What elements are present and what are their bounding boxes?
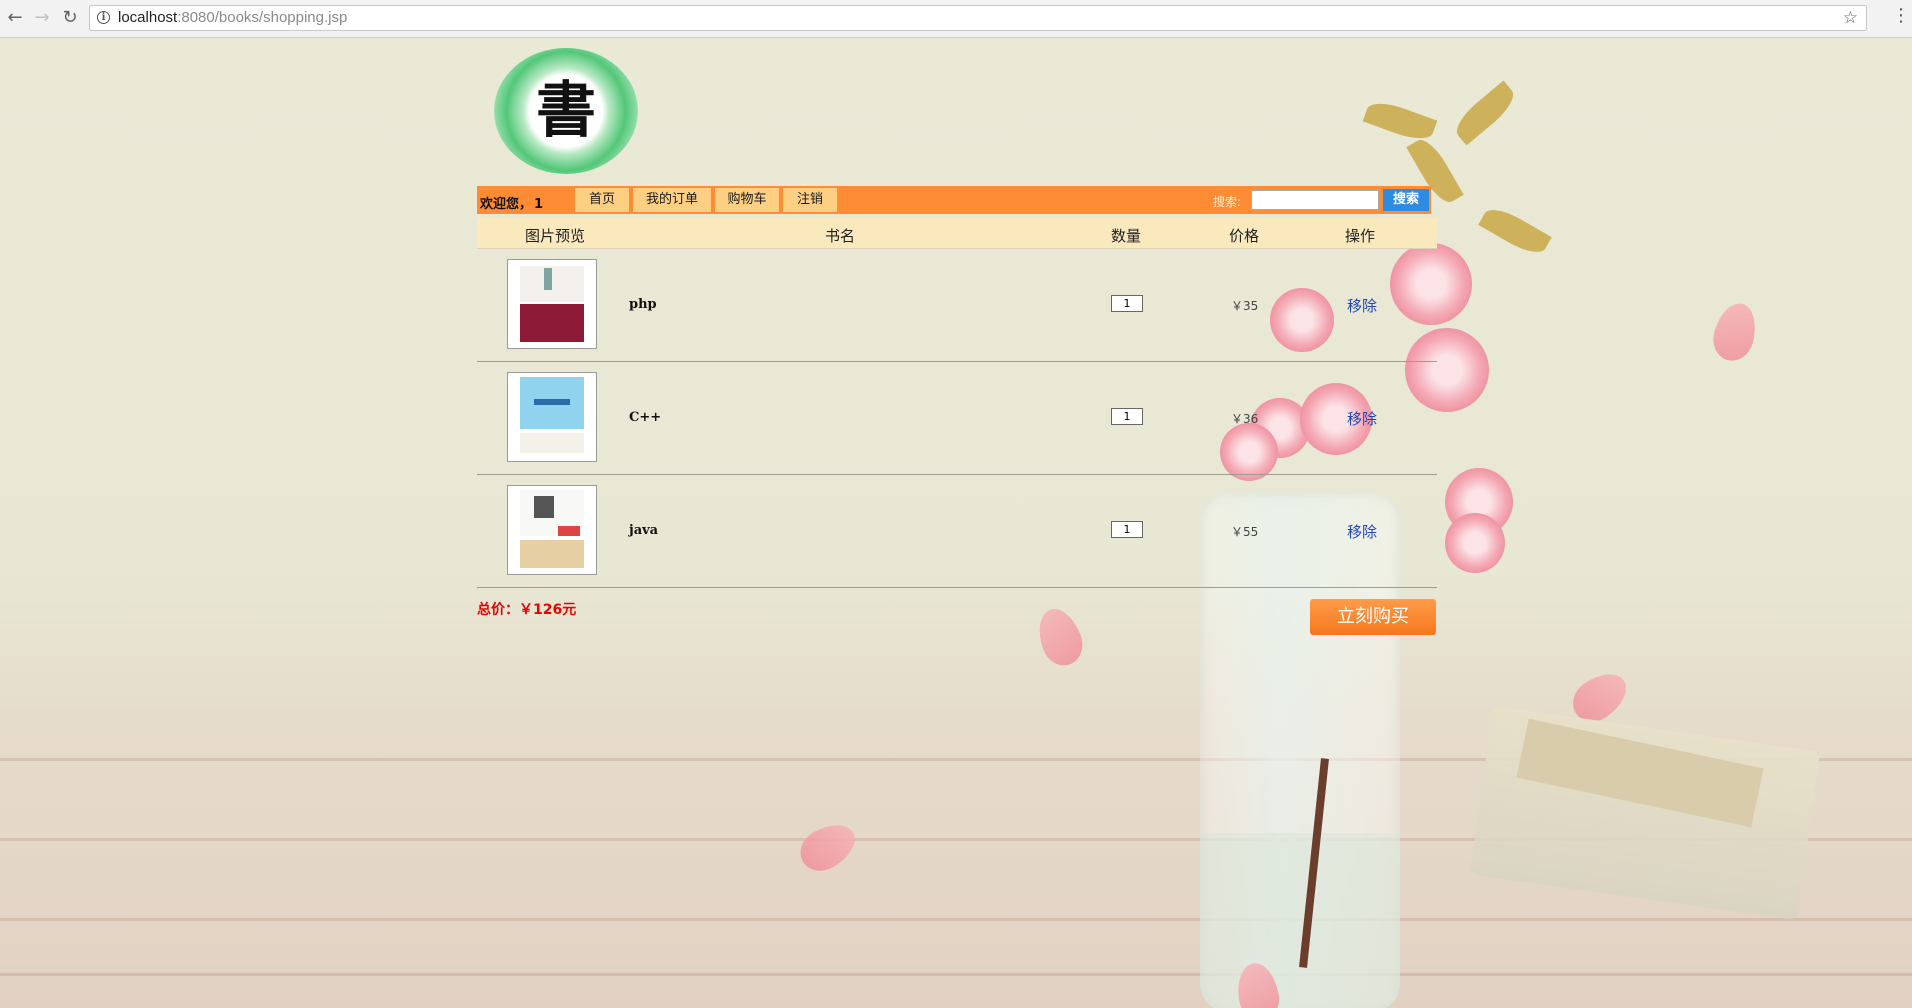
site-logo[interactable]: 書	[494, 48, 638, 174]
cart-row: java 1 ￥55 移除	[477, 475, 1437, 588]
total-price: 总价：￥126元	[477, 602, 577, 618]
book-cover-image[interactable]	[507, 372, 597, 462]
book-name: java	[629, 523, 659, 538]
quantity-input[interactable]: 1	[1111, 295, 1143, 312]
logo-character: 書	[536, 76, 596, 146]
leaf-decoration	[1362, 96, 1438, 146]
nav-home-link[interactable]: 首页	[575, 188, 629, 212]
header-quantity: 数量	[1111, 227, 1142, 245]
welcome-label: 欢迎您，	[480, 197, 533, 212]
search-label: 搜索:	[1213, 195, 1242, 209]
quantity-input[interactable]: 1	[1111, 408, 1143, 425]
cart-table-header: 图片预览 书名 数量 价格 操作	[477, 218, 1437, 249]
price: ￥36	[1231, 412, 1259, 426]
back-arrow-icon[interactable]: ←	[4, 6, 26, 30]
floor-plank-line	[0, 918, 1912, 921]
leaf-decoration	[1478, 202, 1552, 260]
header-image-preview: 图片预览	[525, 227, 586, 245]
browser-toolbar: ← → ↻ i localhost:8080/books/shopping.js…	[0, 0, 1912, 38]
book-name: C++	[629, 410, 662, 425]
address-bar[interactable]: i localhost:8080/books/shopping.jsp ☆	[89, 5, 1867, 31]
bookmark-star-icon[interactable]: ☆	[1843, 8, 1858, 28]
vase-water	[1200, 833, 1400, 1008]
blossom-decoration	[1445, 513, 1505, 573]
leaf-decoration	[1449, 80, 1521, 146]
book-name: php	[629, 297, 657, 312]
username: 1	[534, 197, 544, 212]
cart-row: C++ 1 ￥36 移除	[477, 362, 1437, 475]
price: ￥55	[1231, 525, 1259, 539]
price: ￥35	[1231, 299, 1259, 313]
header-action: 操作	[1345, 227, 1376, 245]
nav-cart-link[interactable]: 购物车	[715, 188, 779, 212]
info-icon[interactable]: i	[97, 11, 110, 24]
remove-link[interactable]: 移除	[1347, 295, 1377, 316]
nav-logout-link[interactable]: 注销	[783, 188, 837, 212]
buy-now-button[interactable]: 立刻购买	[1310, 599, 1436, 635]
remove-link[interactable]: 移除	[1347, 408, 1377, 429]
reload-icon[interactable]: ↻	[59, 6, 81, 30]
url-text[interactable]: localhost:8080/books/shopping.jsp	[118, 9, 347, 26]
quantity-input[interactable]: 1	[1111, 521, 1143, 538]
nav-my-orders-link[interactable]: 我的订单	[633, 188, 711, 212]
site-navbar: 欢迎您， 1 首页 我的订单 购物车 注销 搜索: 搜索	[477, 186, 1431, 214]
petal-decoration	[1031, 602, 1089, 672]
search-input[interactable]	[1251, 190, 1379, 210]
search-button[interactable]: 搜索	[1383, 189, 1429, 211]
welcome-text: 欢迎您， 1	[480, 193, 543, 212]
book-cover-image[interactable]	[507, 259, 597, 349]
petal-decoration	[1708, 298, 1762, 366]
browser-menu-icon[interactable]: ⋮	[1892, 5, 1910, 26]
floor-plank-line	[0, 973, 1912, 976]
header-price: 价格	[1229, 227, 1260, 245]
forward-arrow-icon[interactable]: →	[31, 6, 53, 30]
cart-row: php 1 ￥35 移除	[477, 249, 1437, 362]
remove-link[interactable]: 移除	[1347, 521, 1377, 542]
book-cover-image[interactable]	[507, 485, 597, 575]
books-decoration	[1469, 705, 1821, 921]
header-book-name: 书名	[825, 227, 856, 245]
petal-decoration	[792, 815, 864, 879]
